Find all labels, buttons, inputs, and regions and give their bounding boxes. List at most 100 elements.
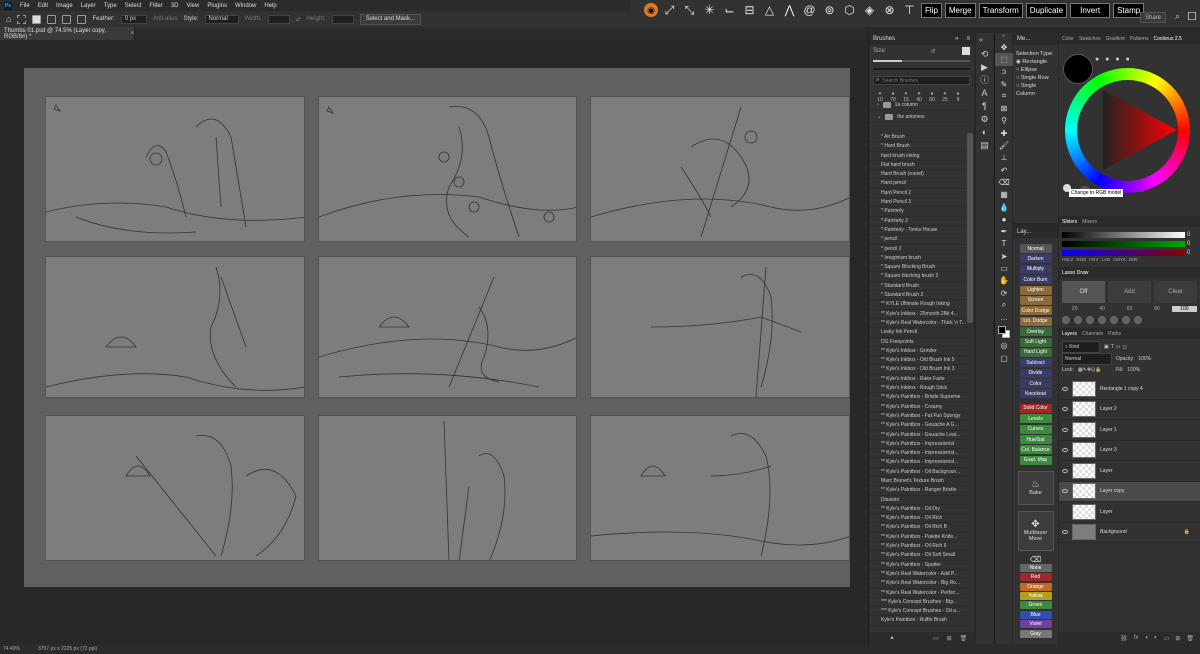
color-label-button[interactable]: Gray: [1019, 629, 1052, 638]
library-icon[interactable]: ▤: [976, 139, 993, 152]
brush-item[interactable]: * Hard Brush: [869, 142, 969, 152]
blend-mode-button[interactable]: Subtract: [1019, 358, 1052, 368]
slider-l[interactable]: [1062, 249, 1185, 256]
preset-circle-icon[interactable]: [1110, 316, 1118, 324]
reset-icon[interactable]: ↺: [930, 48, 935, 55]
tab-layers[interactable]: Layers: [1062, 331, 1077, 337]
brush-item[interactable]: ** Kyle's Paintbox - Spatter: [869, 561, 969, 570]
blend-mode-button[interactable]: Overlay: [1019, 327, 1052, 337]
link-icon[interactable]: ⛓: [1120, 635, 1128, 642]
slider-value[interactable]: 0: [1187, 250, 1197, 256]
mask-icon[interactable]: ◑: [1144, 635, 1148, 641]
frame-tool-icon[interactable]: ⊠: [995, 102, 1013, 114]
slider-h[interactable]: [1062, 231, 1185, 238]
stamp-tool-icon[interactable]: ⊥: [995, 152, 1013, 164]
properties-icon[interactable]: ⚙: [976, 113, 993, 126]
path-icon[interactable]: ⤡: [681, 2, 698, 19]
blend-mode-button[interactable]: Color Burn: [1019, 275, 1052, 285]
brush-item[interactable]: ** Kyle's Paintbox - Ranger Bristle: [869, 486, 969, 496]
coolorus-wheel[interactable]: ▶ ● ● ● ● Change to RGB model: [1059, 44, 1200, 198]
brush-item[interactable]: ** Kyle's Inkbox - Grinder: [869, 347, 969, 357]
brush-item[interactable]: * Standard Brush: [869, 282, 969, 292]
quick-select-icon[interactable]: ✎: [995, 78, 1013, 90]
slider-value[interactable]: 0: [1187, 232, 1197, 238]
artboard[interactable]: [24, 68, 850, 587]
select-and-mask-button[interactable]: Select and Mask...: [359, 13, 421, 25]
info-icon[interactable]: ⓘ: [976, 74, 993, 87]
brush-item[interactable]: *** Kyle's Concept Brushes - Oil a...: [869, 607, 969, 617]
brush-item[interactable]: ** KYLE Ultimate Rough Inking: [869, 300, 969, 310]
hand-tool-icon[interactable]: ✋: [995, 275, 1013, 287]
menu-image[interactable]: Image: [56, 3, 73, 9]
brush-item[interactable]: Marc Brunet's Texture Brush: [869, 477, 969, 487]
workspace-icon[interactable]: [1188, 12, 1196, 20]
brush-item[interactable]: Hard pencil: [869, 179, 969, 189]
color-label-button[interactable]: None: [1019, 563, 1052, 572]
new-brush-icon[interactable]: ⊞: [947, 635, 952, 642]
blend-mode-button[interactable]: Multiply: [1019, 264, 1052, 274]
lasso-clear-button[interactable]: Clear: [1154, 281, 1197, 303]
tab-swatches[interactable]: Swatches: [1079, 36, 1101, 42]
shape-tool-icon[interactable]: ▭: [995, 262, 1013, 274]
adjustment-button[interactable]: Curves: [1019, 424, 1052, 434]
share-button[interactable]: Share: [1140, 12, 1166, 23]
add-selection-icon[interactable]: [47, 14, 57, 24]
spiral-icon[interactable]: @: [801, 2, 818, 19]
multilayer-move-button[interactable]: ✥ Multilayer Move: [1017, 510, 1054, 551]
brush-item[interactable]: * Painterly - Tonko House: [869, 226, 969, 236]
color-label-button[interactable]: Orange: [1019, 582, 1052, 591]
blend-mode-button[interactable]: Lighten: [1019, 285, 1052, 295]
adjust-icon[interactable]: ◐: [976, 126, 993, 139]
adjustment-button[interactable]: Grad. Map: [1019, 455, 1052, 465]
eye-icon[interactable]: [1062, 427, 1068, 432]
search-icon[interactable]: ⌕: [1175, 11, 1180, 22]
layer-row[interactable]: Layer 1: [1059, 420, 1200, 441]
brush-item[interactable]: Lesky Ink Pencil: [869, 328, 969, 338]
brush-item[interactable]: ** Kyle's Paintbox - Bristle Supreme: [869, 393, 969, 403]
menu-help[interactable]: Help: [264, 3, 276, 9]
brush-item[interactable]: * pencil 2: [869, 245, 969, 254]
tab-coolorus[interactable]: Coolorus 2.5: [1153, 36, 1181, 42]
brush-item[interactable]: ** Kyle's Paintbox - Palette Knife...: [869, 533, 969, 543]
layer-row[interactable]: Layer 2: [1059, 400, 1200, 420]
brush-item[interactable]: *** Kyle's Concept Brushes - Big...: [869, 598, 969, 608]
layer-row[interactable]: Background 🔒: [1059, 523, 1200, 543]
brush-item[interactable]: Flat hard brush: [869, 161, 969, 171]
marquee-tool-icon[interactable]: [17, 14, 27, 24]
tab-sliders[interactable]: Sliders: [1062, 219, 1077, 225]
actions-icon[interactable]: ▶: [976, 61, 993, 74]
brush-item[interactable]: * pencil: [869, 235, 969, 245]
brush-tool-icon[interactable]: 🖌: [995, 139, 1013, 151]
starburst-icon[interactable]: ✳: [701, 2, 718, 19]
document-tab[interactable]: Thumbs 01.psd @ 74.5% (Layer copy, RGB/8…: [0, 27, 135, 40]
lasso-tool-icon[interactable]: ↄ: [995, 66, 1013, 78]
brush-search-input[interactable]: Search Brushes: [882, 78, 918, 84]
height-input[interactable]: [331, 14, 354, 24]
color-label-button[interactable]: Red: [1019, 573, 1052, 582]
slider-value[interactable]: 0: [1187, 241, 1197, 247]
eyedropper-icon[interactable]: ⚲: [995, 115, 1013, 127]
layer-row[interactable]: Rectangle 1 copy 4: [1059, 379, 1200, 400]
swap-icon[interactable]: ⇄: [296, 16, 301, 23]
preset-circle-icon[interactable]: [1086, 316, 1094, 324]
tab-mixers[interactable]: Mixers: [1082, 219, 1097, 225]
mountain-icon[interactable]: ⋀: [781, 2, 798, 19]
quick-mask-icon[interactable]: ◎: [995, 340, 1013, 352]
intersect-selection-icon[interactable]: [77, 14, 87, 24]
wheel-controls[interactable]: ● ● ● ●: [1095, 56, 1132, 63]
brush-item[interactable]: ** Kyle's Paintbox - Gouache Leat...: [869, 431, 969, 440]
blend-mode-button[interactable]: Darken: [1019, 254, 1052, 264]
style-select[interactable]: Normal: [204, 14, 239, 24]
color-label-button[interactable]: Blue: [1019, 610, 1052, 619]
photoshop-logo-icon[interactable]: Ps: [4, 1, 12, 10]
blend-mode-button[interactable]: Color: [1019, 379, 1052, 389]
preset-circle-icon[interactable]: [1062, 316, 1070, 324]
adjustment-button[interactable]: Hue/Sat: [1019, 435, 1052, 445]
triangle-icon[interactable]: △: [761, 2, 778, 19]
subtract-selection-icon[interactable]: [62, 14, 72, 24]
more-tools-icon[interactable]: …: [995, 312, 1013, 324]
circle-x-icon[interactable]: ⊗: [881, 2, 898, 19]
menu-plugins[interactable]: Plugins: [207, 3, 227, 9]
eye-icon[interactable]: [1062, 489, 1068, 494]
radio-rectangle[interactable]: ◉ Rectangle: [1016, 58, 1055, 66]
